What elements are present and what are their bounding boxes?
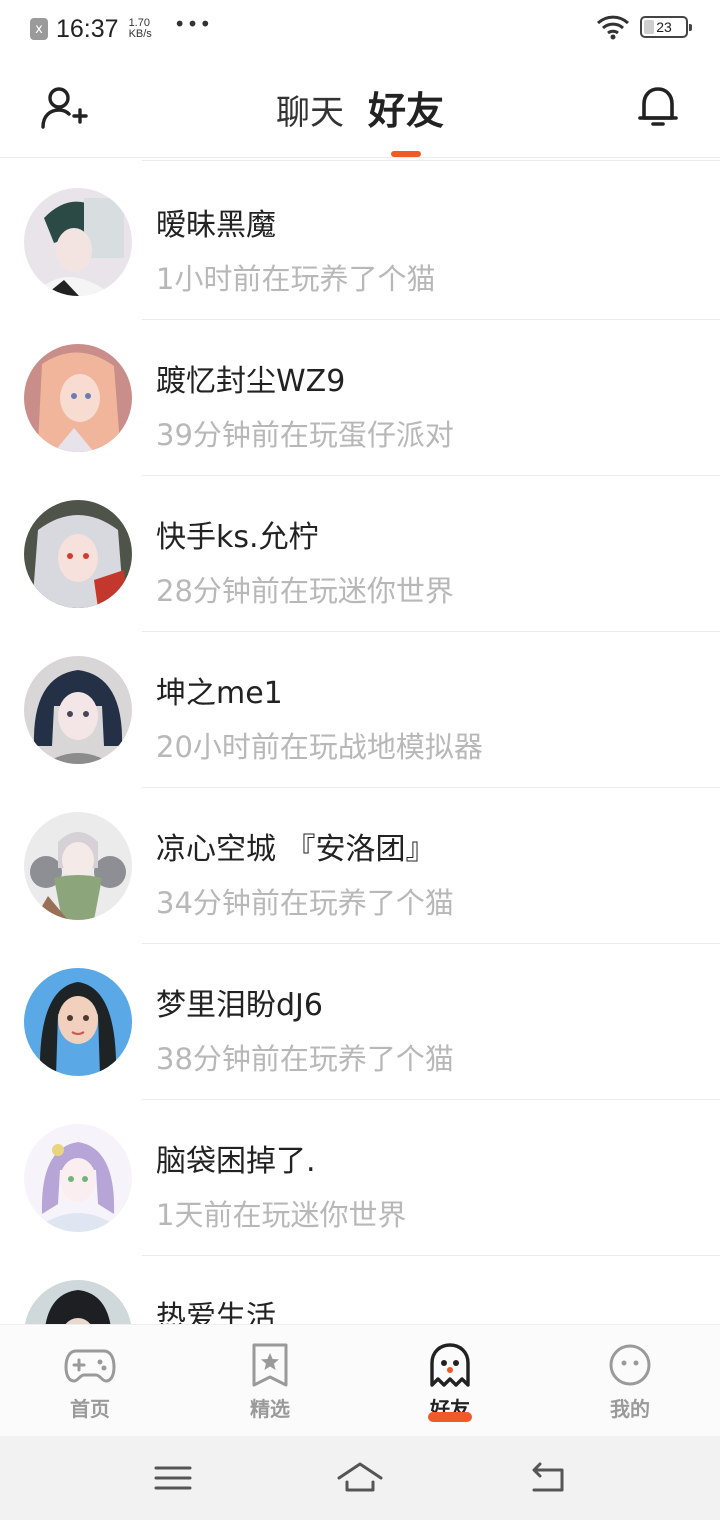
network-speed-unit: KB/s xyxy=(128,28,152,40)
avatar[interactable] xyxy=(24,344,132,452)
back-icon[interactable] xyxy=(524,1458,570,1498)
active-nav-indicator xyxy=(428,1412,472,1422)
friend-status: 38分钟前在玩养了个猫 xyxy=(156,1042,454,1076)
friend-row[interactable]: 梦里泪盼dJ6 38分钟前在玩养了个猫 xyxy=(0,944,720,1100)
friend-status: 1天前在玩迷你世界 xyxy=(156,1198,407,1232)
friend-row[interactable]: 热爱生活 xyxy=(0,1256,720,1324)
battery-icon: 23 xyxy=(640,16,692,38)
nav-item-home[interactable]: 首页 xyxy=(0,1325,180,1436)
tab-friends-label: 好友 xyxy=(367,89,444,133)
friend-name: 快手ks.允柠 xyxy=(156,520,319,555)
nav-item-featured[interactable]: 精选 xyxy=(180,1325,360,1436)
active-tab-indicator xyxy=(390,151,421,157)
more-notifications-icon: ••• xyxy=(173,12,213,36)
system-nav-bar xyxy=(0,1436,720,1520)
friend-status: 1小时前在玩养了个猫 xyxy=(156,262,436,296)
avatar[interactable] xyxy=(24,1124,132,1232)
nav-item-me[interactable]: 我的 xyxy=(540,1325,720,1436)
friend-name: 踱忆封尘WZ9 xyxy=(156,364,346,399)
friend-status: 20小时前在玩战地模拟器 xyxy=(156,730,483,764)
friend-status: 39分钟前在玩蛋仔派对 xyxy=(156,418,454,452)
friend-name: 凉心空城 『安洛团』 xyxy=(156,832,436,867)
friend-row[interactable]: 坤之me1 20小时前在玩战地模拟器 xyxy=(0,632,720,788)
nav-label: 首页 xyxy=(70,1397,110,1421)
star-bookmark-icon xyxy=(252,1343,288,1387)
avatar[interactable] xyxy=(24,1280,132,1324)
nav-label: 我的 xyxy=(610,1397,650,1421)
ghost-icon xyxy=(430,1343,470,1387)
friend-name: 热爱生活 xyxy=(156,1300,276,1324)
avatar[interactable] xyxy=(24,500,132,608)
friends-list[interactable]: 暧昧黑魔 1小时前在玩养了个猫 踱忆封尘WZ9 39分钟前在玩蛋仔派对 快手ks… xyxy=(0,160,720,1324)
header-tabs: 聊天 好友 xyxy=(0,80,720,157)
friend-row[interactable]: 凉心空城 『安洛团』 34分钟前在玩养了个猫 xyxy=(0,788,720,944)
app-header: 聊天 好友 xyxy=(0,58,720,158)
friend-row[interactable]: 快手ks.允柠 28分钟前在玩迷你世界 xyxy=(0,476,720,632)
friend-row[interactable]: 脑袋困掉了. 1天前在玩迷你世界 xyxy=(0,1100,720,1256)
friend-name: 暧昧黑魔 xyxy=(156,208,276,243)
home-icon[interactable] xyxy=(337,1458,383,1498)
network-speed: 1.70 KB/s xyxy=(129,18,152,40)
nav-label: 精选 xyxy=(250,1397,290,1421)
friend-name: 脑袋困掉了. xyxy=(156,1144,316,1179)
friend-name: 坤之me1 xyxy=(156,676,283,711)
notification-close-icon: x xyxy=(30,18,48,40)
face-icon xyxy=(609,1344,651,1386)
battery-level: 23 xyxy=(656,19,672,35)
friend-status: 34分钟前在玩养了个猫 xyxy=(156,886,454,920)
tab-friends[interactable]: 好友 xyxy=(367,80,444,157)
clock-time: 16:37 xyxy=(56,14,119,43)
nav-item-friends[interactable]: 好友 xyxy=(360,1325,540,1436)
menu-icon[interactable] xyxy=(150,1458,196,1498)
bell-icon[interactable] xyxy=(638,84,678,130)
tab-chat[interactable]: 聊天 xyxy=(276,85,344,134)
avatar[interactable] xyxy=(24,968,132,1076)
bottom-nav: 首页 精选 好友 我的 xyxy=(0,1324,720,1436)
status-bar: x 16:37 1.70 KB/s ••• 23 xyxy=(0,0,720,58)
friend-row[interactable]: 暧昧黑魔 1小时前在玩养了个猫 xyxy=(0,164,720,320)
wifi-icon xyxy=(596,15,630,40)
friend-row[interactable]: 踱忆封尘WZ9 39分钟前在玩蛋仔派对 xyxy=(0,320,720,476)
gamepad-icon xyxy=(64,1349,116,1383)
avatar[interactable] xyxy=(24,656,132,764)
avatar[interactable] xyxy=(24,812,132,920)
avatar[interactable] xyxy=(24,188,132,296)
friend-name: 梦里泪盼dJ6 xyxy=(156,988,323,1023)
friend-status: 28分钟前在玩迷你世界 xyxy=(156,574,454,608)
